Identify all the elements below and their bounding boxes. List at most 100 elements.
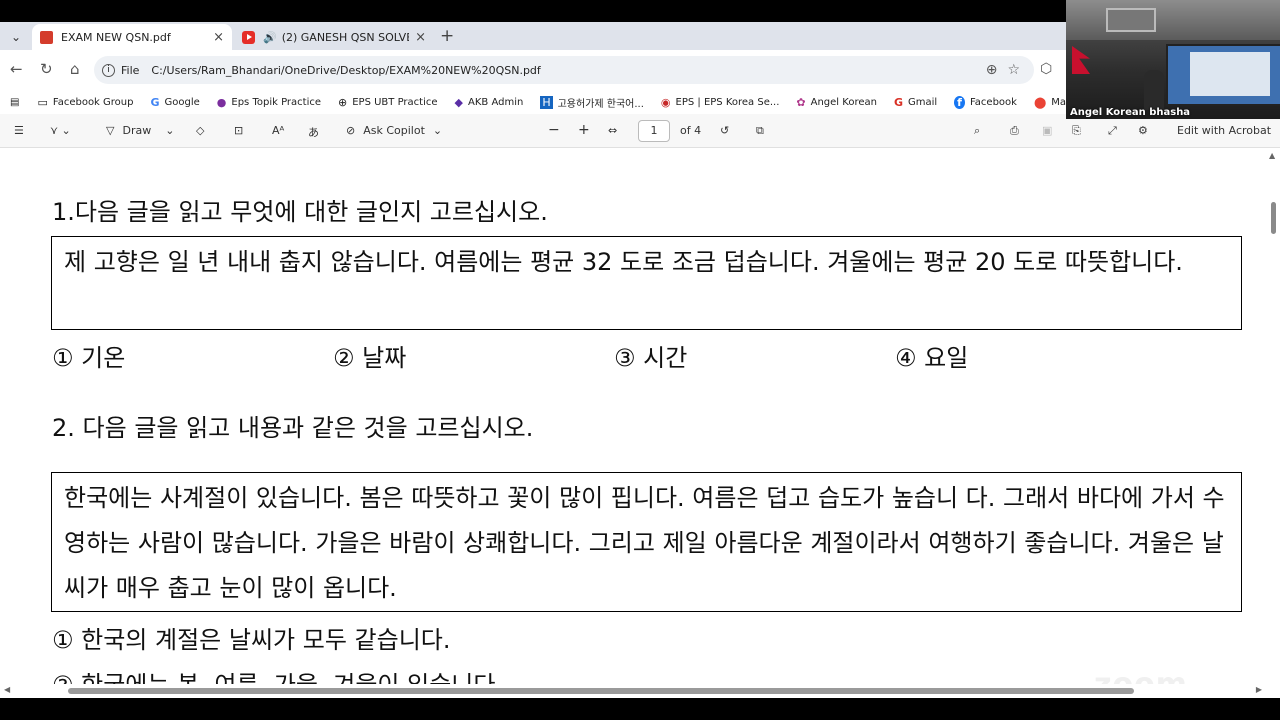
q2-option-1: ① 한국의 계절은 날씨가 모두 같습니다. [52,626,451,654]
page-view-icon[interactable]: ⧉ [756,124,764,138]
new-tab-plus-icon[interactable]: + [440,26,454,46]
bookmark-gmail[interactable]: G Gmail [894,96,937,109]
text-box-icon[interactable]: ⊡ [234,124,243,137]
print-icon[interactable]: ⎙ [1010,124,1019,138]
bookmark-eps-topik[interactable]: ● Eps Topik Practice [217,96,321,109]
akb-icon: ◆ [454,95,463,109]
extensions-icon[interactable]: ⬡ [1040,61,1052,77]
top-black-bar [0,0,1066,22]
info-icon[interactable]: i [102,63,115,77]
chevron-down-icon: ⌄ [165,124,175,137]
zoom-icon[interactable]: ⊕ [986,62,998,78]
zoom-in-icon[interactable]: + [578,122,590,138]
favorite-star-icon[interactable]: ☆ [1007,62,1020,78]
copilot-icon: ⊘ [346,124,356,137]
bookmark-facebook[interactable]: f Facebook [954,95,1017,109]
back-arrow-icon[interactable]: ← [10,60,23,78]
copilot-label: Ask Copilot [363,124,425,137]
bookmark-label: Ma [1051,96,1066,108]
maps-pin-icon: ⬤ [1033,95,1047,109]
settings-gear-icon[interactable]: ⚙ [1138,124,1148,137]
eps-topik-icon: ● [216,95,227,109]
h-site-icon: H [540,95,553,109]
bookmark-facebook-group[interactable]: ▭ Facebook Group [37,96,133,109]
video-overlay: Angel Korean bhasha [1066,0,1280,119]
bookmark-google[interactable]: G Google [150,96,199,109]
q1-option-1: ① 기온 [52,344,126,372]
bookmark-maps[interactable]: ⬤ Ma [1034,96,1066,109]
address-actions: ⊕ ☆ [976,62,1020,78]
bookmark-label: Facebook [969,96,1017,108]
question-2-title: 2. 다음 글을 읽고 내용과 같은 것을 고르십시오. [52,414,534,442]
bottom-black-bar [0,698,1280,720]
fit-page-icon[interactable]: ⇔ [608,124,617,137]
highlight-icon[interactable]: ⋎ ⌄ [50,124,71,137]
presenter [1144,70,1164,110]
pdf-viewer[interactable]: 1.다음 글을 읽고 무엇에 대한 글인지 고르십시오. 제 고향은 일 년 내… [0,148,1280,698]
pdf-page: 1.다음 글을 읽고 무엇에 대한 글인지 고르십시오. 제 고향은 일 년 내… [0,148,1266,698]
tab-exam-pdf[interactable]: EXAM NEW QSN.pdf × [32,24,232,50]
bookmark-label: 고용허가제 한국어... [557,98,644,110]
tab-strip: ⌄ EXAM NEW QSN.pdf × 🔊 (2) GANESH QSN SO… [0,22,1066,50]
chevron-down-icon: ⌄ [432,124,443,137]
question-2-passage: 한국에는 사계절이 있습니다. 봄은 따뜻하고 꽃이 많이 핍니다. 여름은 덥… [51,472,1242,612]
contents-icon[interactable]: ☰ [14,124,24,137]
bookmark-label: Google [164,96,200,108]
screen-content [1190,52,1270,96]
fullscreen-icon[interactable]: ⤢ [1108,124,1117,138]
scroll-left-icon[interactable]: ◀ [4,685,10,694]
reload-icon[interactable]: ↻ [40,60,53,78]
pdf-toolbar: ☰ ⋎ ⌄ ▽ Draw ⌄ ◇ ⊡ Aᴬ あ ⊘ Ask Copilot ⌄ − + … [0,114,1280,148]
bookmark-label: AKB Admin [468,96,524,108]
horizontal-scrollbar[interactable]: ◀ ▶ [0,684,1266,698]
q1-option-2: ② 날짜 [333,344,407,372]
translate-icon[interactable]: あ [308,124,319,140]
angel-korean-icon: ✿ [796,95,806,109]
scroll-up-icon[interactable]: ▲ [1269,151,1275,160]
globe-icon: ⊕ [338,95,348,109]
draw-label: Draw [122,124,152,137]
close-tab-icon[interactable]: × [213,30,224,45]
horizontal-scroll-thumb[interactable] [68,688,1134,694]
zoom-out-icon[interactable]: − [548,122,560,138]
url-text[interactable]: C:/Users/Ram_Bhandari/OneDrive/Desktop/E… [151,64,540,77]
rotate-icon[interactable]: ↺ [720,124,729,137]
read-aloud-icon[interactable]: Aᴬ [272,124,284,137]
draw-button[interactable]: ▽ Draw ⌄ [106,124,174,137]
bookmark-label: EPS | EPS Korea Se... [675,96,780,108]
tab-list-chevron-icon[interactable]: ⌄ [6,27,26,47]
bookmark-akb-admin[interactable]: ◆ AKB Admin [455,96,524,109]
eps-icon: ◉ [660,95,671,109]
browser-window: ⌄ EXAM NEW QSN.pdf × 🔊 (2) GANESH QSN SO… [0,22,1280,698]
q1-option-4: ④ 요일 [895,344,969,372]
close-tab-icon[interactable]: × [415,30,426,45]
tab-youtube[interactable]: 🔊 (2) GANESH QSN SOLVE CLAS × [234,24,434,50]
bookmark-label: Gmail [907,96,938,108]
speaker-icon[interactable]: 🔊 [263,31,277,44]
eraser-icon[interactable]: ◇ [196,124,204,137]
page-number-input[interactable]: 1 [638,120,670,142]
pen-icon: ▽ [106,124,115,137]
bookmark-menu-icon[interactable]: ▤ [10,97,19,108]
bookmark-eps-korean[interactable]: H 고용허가제 한국어... [540,95,644,110]
vertical-scroll-thumb[interactable] [1271,202,1276,234]
bookmark-label: EPS UBT Practice [352,96,438,108]
save-icon[interactable]: ▣ [1042,124,1052,137]
save-as-icon[interactable]: ⎘ [1072,124,1081,138]
ceiling-vent [1106,8,1156,32]
bookmark-eps-ubt[interactable]: ⊕ EPS UBT Practice [338,96,438,109]
file-scheme-label: File [121,63,140,77]
bookmark-eps-korea[interactable]: ◉ EPS | EPS Korea Se... [661,96,779,109]
nepal-flag-icon [1072,46,1090,74]
scroll-right-icon[interactable]: ▶ [1256,685,1262,694]
vertical-scrollbar[interactable]: ▲ [1266,148,1280,698]
address-bar[interactable]: i File C:/Users/Ram_Bhandari/OneDrive/De… [94,56,1034,84]
folder-icon: ▭ [37,95,48,109]
edit-with-acrobat-button[interactable]: Edit with Acrobat [1177,124,1271,137]
bookmark-angel-korean[interactable]: ✿ Angel Korean [796,96,877,109]
bookmark-label: Eps Topik Practice [231,96,322,108]
ask-copilot-button[interactable]: ⊘ Ask Copilot ⌄ [346,124,442,137]
tab-label: (2) GANESH QSN SOLVE CLAS [281,30,409,44]
home-icon[interactable]: ⌂ [70,60,80,78]
search-icon[interactable]: ⌕ [974,124,980,138]
